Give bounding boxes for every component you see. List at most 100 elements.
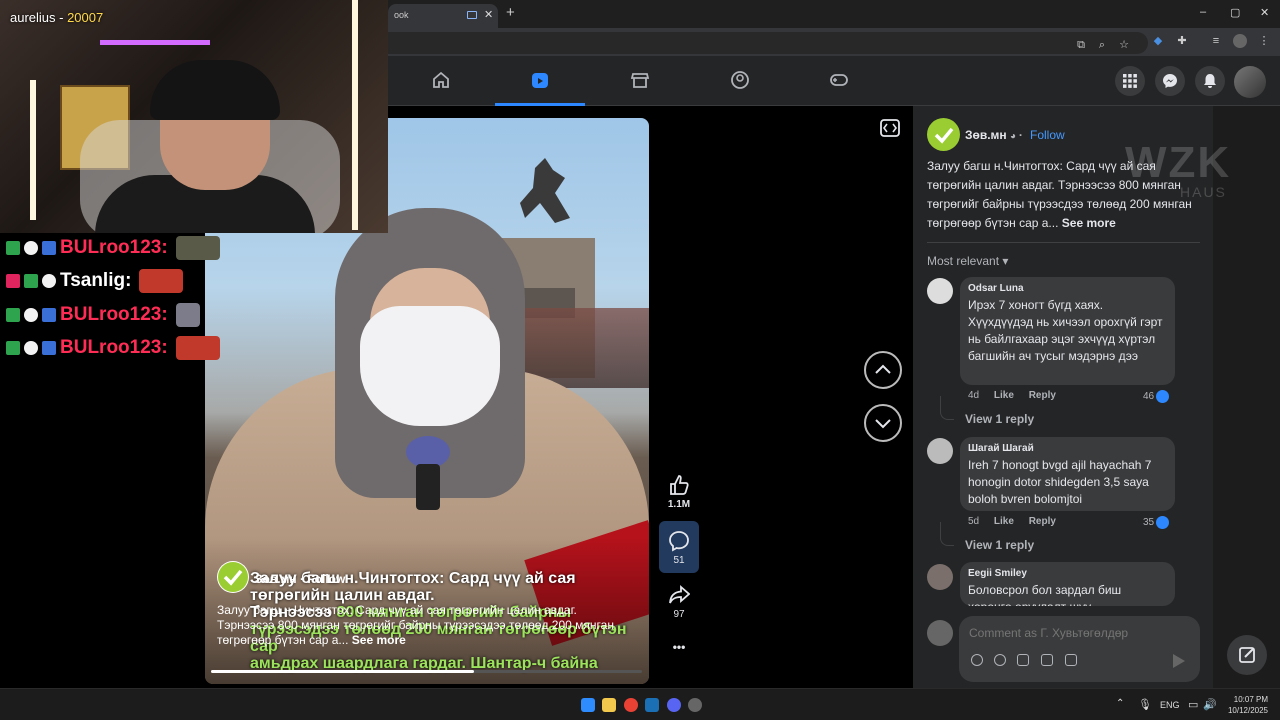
language-indicator[interactable]: ENG	[1160, 700, 1180, 710]
reaction-count: 35	[1143, 517, 1155, 529]
clock[interactable]: 10:07 PM 10/12/2025	[1222, 694, 1268, 716]
page-name[interactable]: Зөв.мн ◕ ·	[965, 128, 1023, 142]
follow-link[interactable]: Follow	[1030, 128, 1065, 142]
tray-chevron-up-icon[interactable]: ⌃	[1116, 698, 1124, 709]
comment-reactions[interactable]: 35	[1143, 516, 1170, 529]
comment-action[interactable]: 51	[665, 530, 693, 566]
share-arrow-icon	[669, 585, 691, 604]
comment-reply-button[interactable]: Reply	[1029, 516, 1056, 527]
face-mask	[360, 306, 500, 426]
comment-input[interactable]	[969, 624, 1189, 642]
grid-menu-icon	[1123, 74, 1137, 88]
new-message-button[interactable]	[1227, 635, 1267, 675]
tab-close-icon[interactable]: ✕	[484, 8, 493, 21]
new-tab-button[interactable]: +	[506, 4, 515, 21]
page-avatar[interactable]	[927, 118, 960, 151]
reading-list-icon[interactable]: ≡	[1209, 34, 1223, 48]
comment-reactions[interactable]: 46	[1143, 390, 1170, 403]
comment-author[interactable]: Odsar Luna	[968, 283, 1167, 294]
chrome-icon[interactable]	[624, 698, 638, 712]
extension-icon[interactable]: ◆	[1151, 34, 1165, 48]
comment-like-button[interactable]: Like	[994, 516, 1014, 527]
volume-icon[interactable]: 🔊	[1203, 698, 1217, 711]
sub-badge-icon	[42, 274, 56, 288]
comment-avatar[interactable]	[927, 278, 953, 304]
comment-reply-button[interactable]: Reply	[1029, 390, 1056, 401]
view-replies-link[interactable]: View 1 reply	[965, 538, 1034, 552]
discord-icon[interactable]	[667, 698, 681, 712]
account-avatar[interactable]	[1234, 66, 1266, 98]
comment-author[interactable]: Eegii Smiley	[968, 568, 1167, 579]
url-field[interactable]: ⧉ ⌕ ☆	[388, 32, 1148, 54]
microphone-tray-icon[interactable]: 🎙	[1138, 698, 1152, 711]
camera-icon[interactable]	[1017, 654, 1029, 666]
stream-title: aurelius - 20007	[10, 10, 103, 25]
share-action[interactable]: 97	[665, 584, 693, 620]
next-reel-button[interactable]	[864, 404, 902, 442]
comment-bubble: Odsar Luna Ирэх 7 хоногт бүгд хаях. Хүүх…	[960, 277, 1175, 385]
steam-icon[interactable]	[645, 698, 659, 712]
nav-home[interactable]	[396, 56, 486, 106]
taskbar: ⌃ 🎙 ENG ▭ 🔊 10:07 PM 10/12/2025	[0, 688, 1280, 720]
nav-marketplace[interactable]	[595, 56, 685, 106]
comment-meta: 5d Like Reply	[968, 516, 1068, 527]
nav-groups[interactable]	[695, 56, 785, 106]
expand-icon[interactable]	[880, 119, 900, 137]
comment-author[interactable]: Шагай Шагай	[968, 443, 1167, 454]
video-see-more-link[interactable]: See more	[352, 633, 406, 647]
browser-tab[interactable]: ook ✕	[388, 4, 498, 28]
nav-video[interactable]	[495, 56, 585, 106]
like-action[interactable]: 1.1M	[665, 474, 693, 510]
network-icon[interactable]: ▭	[1188, 698, 1198, 711]
start-icon[interactable]	[581, 698, 595, 712]
app-icon[interactable]	[688, 698, 702, 712]
home-icon	[433, 71, 449, 88]
comment-avatar[interactable]	[927, 564, 953, 590]
menu-grid-button[interactable]	[1115, 66, 1145, 96]
sticker-icon[interactable]	[1065, 654, 1077, 666]
extensions-puzzle-icon[interactable]: ✚	[1175, 34, 1189, 48]
file-explorer-icon[interactable]	[602, 698, 616, 712]
chevron-up-icon	[875, 364, 891, 374]
avatar-sticker-icon[interactable]	[971, 654, 983, 666]
nav-gaming[interactable]	[794, 56, 884, 106]
streamer-hair	[150, 60, 280, 120]
more-options-button[interactable]: •••	[665, 640, 693, 654]
compose-icon	[1239, 647, 1255, 663]
video-caption-text: Залуу багш н.Чинтогтох: Сард чүү ай сая …	[217, 603, 614, 647]
video-page-logo[interactable]	[217, 561, 249, 593]
video-caption: Залуу багш н.Чинтогтох: Сард чүү ай сая …	[217, 603, 637, 648]
maximize-button[interactable]: ▢	[1230, 6, 1240, 19]
clock-time: 10:07 PM	[1233, 695, 1268, 704]
notifications-button[interactable]	[1195, 66, 1225, 96]
comment-avatar[interactable]	[927, 438, 953, 464]
comment-sort-dropdown[interactable]: Most relevant ▾	[927, 254, 1008, 268]
comment-composer[interactable]	[959, 616, 1200, 682]
comment-age: 4d	[968, 390, 980, 401]
post-description: Залуу багш н.Чинтогтох: Сард чүү ай сая …	[927, 157, 1202, 233]
webcam-feed: aurelius - 20007	[0, 0, 388, 233]
stream-name: aurelius -	[10, 10, 68, 25]
post-see-more-link[interactable]: See more	[1062, 216, 1116, 230]
tab-title: ook	[394, 10, 409, 20]
flag-badge-icon	[42, 308, 56, 322]
comment-meta: 4d Like Reply	[968, 390, 1068, 401]
cast-icon[interactable]: ⧉	[1074, 38, 1088, 52]
video-progress-bar[interactable]	[211, 670, 642, 673]
previous-reel-button[interactable]	[864, 351, 902, 389]
video-page-name[interactable]: Зөв.мн · Follow	[255, 572, 345, 586]
globe-icon: ◕	[1010, 131, 1019, 142]
gif-icon[interactable]	[1041, 654, 1053, 666]
messenger-button[interactable]	[1155, 66, 1185, 96]
close-window-button[interactable]: ✕	[1260, 6, 1269, 19]
profile-icon[interactable]	[1233, 34, 1247, 48]
chat-emote	[175, 236, 220, 260]
zoom-icon[interactable]: ⌕	[1095, 38, 1109, 52]
comment-like-button[interactable]: Like	[994, 390, 1014, 401]
minimize-button[interactable]: –	[1200, 6, 1206, 18]
emoji-icon[interactable]	[994, 654, 1006, 666]
view-replies-link[interactable]: View 1 reply	[965, 412, 1034, 426]
send-icon[interactable]	[1173, 654, 1185, 668]
browser-menu-icon[interactable]: ⋮	[1257, 34, 1271, 48]
bookmark-star-icon[interactable]: ☆	[1117, 38, 1131, 52]
